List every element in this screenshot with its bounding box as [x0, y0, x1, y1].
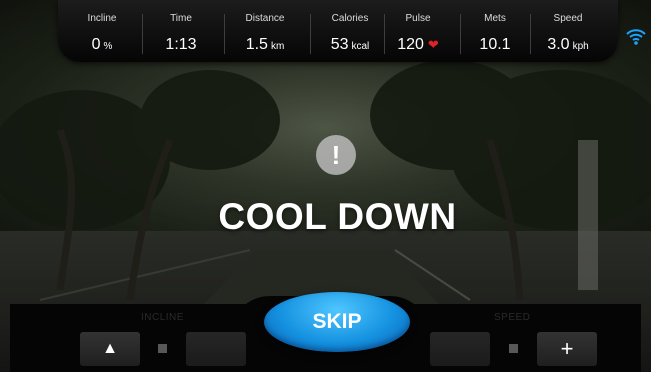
divider — [310, 14, 311, 54]
incline-down-button[interactable] — [186, 332, 246, 366]
incline-label: INCLINE — [141, 312, 184, 323]
stat-value: 3.0 kph — [547, 36, 589, 53]
skip-button[interactable]: SKIP — [264, 292, 410, 352]
speed-down-button[interactable] — [430, 332, 490, 366]
triangle-up-icon: ▲ — [102, 340, 118, 357]
divider — [224, 14, 225, 54]
stat-distance: Distance 1.5 km — [226, 0, 304, 62]
plus-icon: + — [560, 336, 574, 361]
speed-label: SPEED — [494, 312, 531, 323]
stat-label: Incline — [87, 13, 117, 24]
cool-down-title: COOL DOWN — [218, 196, 457, 237]
stat-time: Time 1:13 — [144, 0, 218, 62]
stat-label: Mets — [484, 13, 506, 24]
stats-bar: Incline 0% Time 1:13 Distance 1.5 km Calo… — [58, 0, 618, 62]
stat-value: 10.1 — [479, 36, 511, 53]
divider — [384, 14, 385, 54]
incline-indicator — [158, 344, 167, 353]
stat-label: Time — [170, 13, 192, 24]
divider — [460, 14, 461, 54]
stat-label: Speed — [553, 13, 583, 24]
stat-pulse: Pulse 120 ❤ — [386, 0, 450, 62]
heart-icon: ❤ — [427, 37, 439, 52]
wifi-icon[interactable] — [626, 28, 646, 46]
stat-value: 1.5 km — [245, 36, 285, 53]
workout-screen: Incline 0% Time 1:13 Distance 1.5 km Calo… — [0, 0, 651, 372]
stat-label: Calories — [331, 13, 369, 24]
exclamation-icon: ! — [316, 135, 356, 175]
stat-mets: Mets 10.1 — [462, 0, 528, 62]
divider — [530, 14, 531, 54]
stat-value: 0% — [91, 36, 113, 53]
divider — [142, 14, 143, 54]
stat-value: 1:13 — [165, 36, 197, 53]
stat-speed: Speed 3.0 kph — [532, 0, 604, 62]
stat-incline: Incline 0% — [68, 0, 136, 62]
stat-label: Pulse — [405, 13, 431, 24]
speed-up-button[interactable]: + — [537, 332, 597, 366]
stat-calories: Calories 53 kcal — [312, 0, 388, 62]
stat-label: Distance — [245, 13, 285, 24]
incline-up-button[interactable]: ▲ — [80, 332, 140, 366]
stat-value: 120 ❤ — [397, 36, 439, 53]
stat-value: 53 kcal — [330, 36, 370, 53]
speed-indicator — [509, 344, 518, 353]
